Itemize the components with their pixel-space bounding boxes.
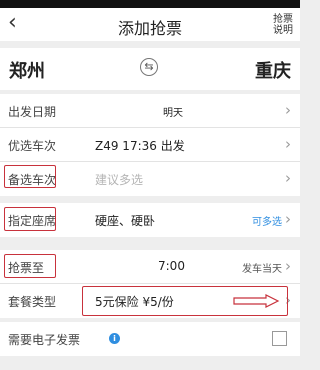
grab-until-hint: 发车当天 — [242, 264, 282, 275]
seat-value: 硬座、硬卧 — [95, 214, 156, 228]
chevron-right-icon: › — [285, 135, 291, 153]
invoice-row: 需要电子发票 — [0, 322, 300, 356]
departure-city[interactable]: 郑州 — [9, 57, 45, 83]
chevron-right-icon: › — [285, 257, 291, 275]
invoice-checkbox[interactable] — [272, 331, 287, 346]
backup-train-placeholder: 建议多选 — [95, 173, 144, 187]
highlight-box-seat-label — [4, 207, 56, 231]
preferred-train-label: 优选车次 — [8, 139, 57, 153]
chevron-right-icon: › — [285, 169, 291, 187]
invoice-group: 需要电子发票 — [0, 322, 300, 356]
swap-icon[interactable]: ⇆ — [140, 58, 158, 76]
seat-multi-hint: 可多选 — [252, 217, 282, 228]
info-icon[interactable]: i — [109, 333, 120, 344]
chevron-right-icon: › — [285, 210, 291, 228]
preferred-train-row[interactable]: 优选车次 Z49 17:36 出发 › — [0, 128, 300, 162]
page-title: 添加抢票 — [117, 19, 182, 38]
chevron-right-icon: › — [285, 101, 291, 119]
highlight-arrow-icon — [233, 294, 280, 308]
help-button[interactable]: 抢票 说明 — [272, 14, 294, 36]
package-label: 套餐类型 — [8, 295, 57, 309]
date-label: 出发日期 — [8, 105, 57, 119]
header-bar: ‹ 添加抢票 抢票 说明 — [0, 8, 300, 41]
status-bar — [0, 0, 300, 8]
invoice-label: 需要电子发票 — [8, 333, 81, 347]
grab-until-value: 7:00 — [158, 259, 185, 273]
highlight-box-until-label — [4, 254, 56, 278]
help-label-line2: 说明 — [273, 25, 293, 36]
highlight-box-backup-label — [4, 165, 56, 188]
date-row[interactable]: 出发日期 明天 › — [0, 94, 300, 128]
route-selector: 郑州 ⇆ 重庆 — [0, 48, 300, 90]
preferred-train-value: Z49 17:36 出发 — [95, 139, 185, 153]
help-label-line1: 抢票 — [273, 14, 293, 25]
date-value: 明天 — [163, 108, 183, 119]
arrival-city[interactable]: 重庆 — [255, 57, 291, 83]
